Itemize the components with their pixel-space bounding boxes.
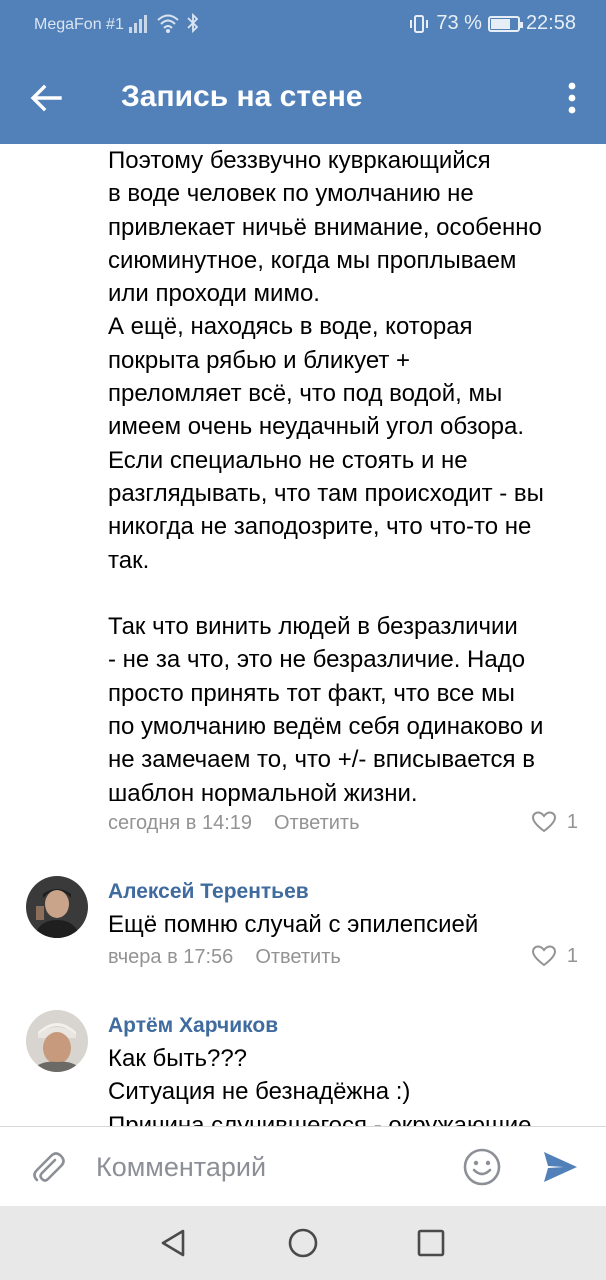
send-icon (544, 1152, 577, 1182)
bluetooth-icon (187, 12, 199, 34)
vibrate-icon (410, 14, 429, 33)
comment-composer (0, 1126, 606, 1206)
like-count: 1 (566, 944, 578, 967)
nav-home-button[interactable] (286, 1226, 320, 1260)
smile-icon (463, 1148, 501, 1186)
reply-button[interactable]: Ответить (255, 946, 341, 969)
comment-text: Поэтому беззвучно кувркающийся в воде че… (108, 147, 544, 807)
comment-text: Ещё помню случай с эпилепсией (108, 911, 479, 938)
comment-time: сегодня в 14:19 (108, 812, 252, 834)
status-icons-left (128, 12, 200, 34)
back-button[interactable] (24, 76, 68, 120)
paperclip-icon (33, 1152, 65, 1182)
more-vertical-icon (568, 82, 576, 114)
like-button[interactable]: 1 (531, 944, 578, 968)
more-options-button[interactable] (560, 78, 584, 118)
status-icons-right: 73 % 22:58 (408, 12, 576, 35)
like-button[interactable]: 1 (531, 810, 578, 834)
signal-icon (129, 15, 147, 33)
square-recents-icon (417, 1229, 445, 1257)
comment-meta: сегодня в 14:19 Ответить (108, 812, 360, 835)
page-title: Запись на стене (121, 80, 363, 113)
carrier-name: MegaFon #1 (34, 16, 124, 33)
like-count: 1 (566, 810, 578, 833)
clock: 22:58 (525, 12, 576, 34)
heart-icon (531, 811, 556, 833)
heart-icon (531, 945, 556, 967)
battery-percent: 73 % (436, 12, 482, 34)
attach-button[interactable] (28, 1147, 68, 1187)
comment-author[interactable]: Артём Харчиков (108, 1014, 278, 1038)
comment-time: вчера в 17:56 (108, 946, 234, 968)
comment-meta: вчера в 17:56 Ответить (108, 946, 341, 969)
triangle-back-icon (161, 1229, 185, 1257)
app-header: Запись на стене (0, 52, 606, 144)
emoji-button[interactable] (462, 1147, 502, 1187)
circle-home-icon (288, 1228, 318, 1258)
arrow-left-icon (30, 84, 62, 112)
comments-list[interactable]: Поэтому беззвучно кувркающийся в воде че… (0, 144, 606, 1126)
status-bar: MegaFon #1 73 % 22:58 (0, 0, 606, 52)
system-navigation-bar (0, 1206, 606, 1280)
nav-recents-button[interactable] (414, 1226, 448, 1260)
comment-text: Как быть??? Ситуация не безнадёжна :) Пр… (108, 1045, 532, 1126)
send-button[interactable] (540, 1147, 580, 1187)
battery-icon (487, 15, 523, 32)
nav-back-button[interactable] (156, 1226, 190, 1260)
comment-author[interactable]: Алексей Терентьев (108, 880, 309, 904)
avatar[interactable] (26, 876, 88, 938)
comment-input[interactable] (96, 1145, 436, 1189)
avatar[interactable] (26, 1010, 88, 1072)
reply-button[interactable]: Ответить (274, 812, 360, 835)
wifi-icon (157, 14, 179, 33)
